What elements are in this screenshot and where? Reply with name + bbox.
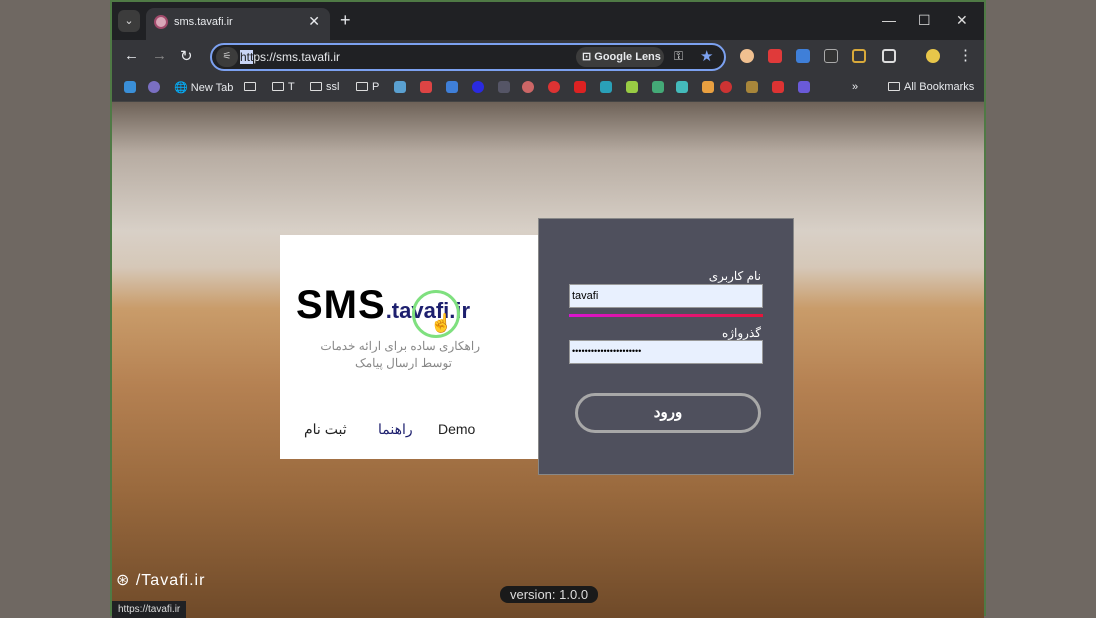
bookmarks-bar: 🌐 New Tab T ssl P » All Bookmarks	[112, 74, 984, 102]
tab-title: sms.tavafi.ir	[174, 16, 233, 28]
bookmark-icon[interactable]	[676, 81, 688, 93]
bookmark-icon[interactable]	[394, 81, 406, 93]
close-window-button[interactable]: ✕	[956, 12, 968, 29]
site-info-icon[interactable]: ⚟	[216, 47, 238, 67]
bookmark-star-icon[interactable]: ★	[700, 47, 713, 65]
bookmark-folder-ssl[interactable]: ssl	[310, 81, 339, 93]
bookmark-icon[interactable]	[548, 81, 560, 93]
url-text[interactable]: https://sms.tavafi.ir	[240, 50, 340, 64]
bookmark-icon[interactable]	[626, 81, 638, 93]
bookmark-icon[interactable]	[702, 81, 714, 93]
bookmark-icon[interactable]	[652, 81, 664, 93]
help-link[interactable]: راهنما	[378, 421, 413, 438]
register-link[interactable]: ثبت نام	[304, 421, 347, 438]
bookmark-label: T	[288, 81, 295, 93]
extension-icon[interactable]	[768, 49, 782, 63]
forward-button[interactable]: →	[152, 47, 167, 64]
extension-icon[interactable]	[852, 49, 866, 63]
close-tab-icon[interactable]: ✕	[308, 13, 320, 30]
login-form: نام کاربری tavafi گذرواژه ••••••••••••••…	[538, 218, 794, 475]
bookmark-icon[interactable]	[124, 81, 136, 93]
hand-cursor-icon: ☝	[430, 313, 453, 333]
browser-window: ⌄ sms.tavafi.ir ✕ + — ☐ ✕ ← → ↻ ⚟ https:…	[110, 0, 986, 618]
focus-underline	[569, 314, 763, 317]
folder-icon	[888, 82, 900, 91]
bookmark-icon[interactable]	[720, 81, 732, 93]
reload-button[interactable]: ↻	[180, 47, 193, 65]
tab-bar: ⌄ sms.tavafi.ir ✕ + — ☐ ✕	[112, 2, 984, 40]
bookmark-label: New Tab	[190, 82, 234, 94]
minimize-button[interactable]: —	[882, 12, 896, 28]
bookmark-label: ssl	[326, 81, 340, 93]
bookmarks-overflow-button[interactable]: »	[852, 81, 858, 93]
menu-kebab-icon[interactable]: ⋮	[958, 46, 973, 64]
username-input[interactable]: tavafi	[569, 284, 763, 308]
all-bookmarks-button[interactable]: All Bookmarks	[888, 81, 974, 93]
new-tab-button[interactable]: +	[340, 10, 351, 31]
address-bar[interactable]: ⚟ https://sms.tavafi.ir ⊡ Google Lens ⚿ …	[210, 43, 726, 71]
bookmark-label: P	[372, 81, 380, 93]
bookmark-folder[interactable]	[244, 81, 260, 93]
login-button[interactable]: ورود	[575, 393, 761, 433]
profile-avatar[interactable]	[926, 49, 940, 63]
url-selection: htt	[240, 50, 254, 64]
bookmark-icon[interactable]	[574, 81, 586, 93]
url-rest: ps://sms.tavafi.ir	[253, 50, 341, 64]
gmail-bookmark-icon[interactable]	[420, 81, 432, 93]
watermark: ⊛ /Tavafi.ir	[116, 572, 206, 589]
password-input[interactable]: ••••••••••••••••••••••	[569, 340, 763, 364]
bookmark-icon[interactable]	[798, 81, 810, 93]
bookmark-folder-t[interactable]: T	[272, 81, 295, 93]
bookmark-icon[interactable]	[746, 81, 758, 93]
folder-icon	[356, 82, 368, 91]
page-content: SMS.tavafi.ir ☝ راهکاری ساده برای ارائه …	[112, 102, 984, 618]
logo-main: SMS	[296, 283, 386, 327]
maximize-button[interactable]: ☐	[918, 12, 931, 29]
bookmark-icon[interactable]	[772, 81, 784, 93]
version-badge: version: 1.0.0	[500, 586, 599, 603]
tagline-line-1: راهکاری ساده برای ارائه خدمات	[320, 339, 480, 353]
folder-icon	[272, 82, 284, 91]
demo-link[interactable]: Demo	[438, 421, 475, 437]
bookmark-new-tab[interactable]: 🌐 New Tab	[174, 81, 233, 94]
back-button[interactable]: ←	[124, 47, 139, 64]
bookmark-icon[interactable]	[498, 81, 510, 93]
extension-icon[interactable]	[740, 49, 754, 63]
password-key-icon[interactable]: ⚿	[674, 49, 683, 64]
extensions-puzzle-icon[interactable]	[882, 49, 896, 63]
translate-extension-icon[interactable]	[796, 49, 810, 63]
tagline-line-2: توسط ارسال پیامک	[355, 356, 452, 370]
password-label: گذرواژه	[721, 326, 761, 340]
folder-icon	[310, 82, 322, 91]
folder-icon	[244, 82, 256, 91]
bookmark-icon[interactable]	[600, 81, 612, 93]
bookmark-icon[interactable]	[446, 81, 458, 93]
intro-card: SMS.tavafi.ir ☝ راهکاری ساده برای ارائه …	[280, 235, 538, 459]
bookmark-folder-p[interactable]: P	[356, 81, 379, 93]
google-lens-label: Google Lens	[594, 51, 661, 63]
eyedropper-extension-icon[interactable]	[824, 49, 838, 63]
bookmark-label: All Bookmarks	[904, 81, 975, 93]
status-bar-url: https://tavafi.ir	[112, 601, 187, 618]
username-label: نام کاربری	[708, 269, 761, 283]
favicon-icon	[154, 15, 168, 29]
tab-active[interactable]: sms.tavafi.ir ✕	[146, 8, 330, 40]
bookmark-icon[interactable]	[472, 81, 484, 93]
tab-search-button[interactable]: ⌄	[118, 10, 140, 32]
bookmark-icon[interactable]	[522, 81, 534, 93]
toolbar: ← → ↻ ⚟ https://sms.tavafi.ir ⊡ Google L…	[112, 40, 984, 74]
watermark-text: /Tavafi.ir	[135, 572, 206, 589]
google-lens-button[interactable]: ⊡ Google Lens	[576, 47, 664, 67]
bookmark-icon[interactable]	[148, 81, 160, 93]
